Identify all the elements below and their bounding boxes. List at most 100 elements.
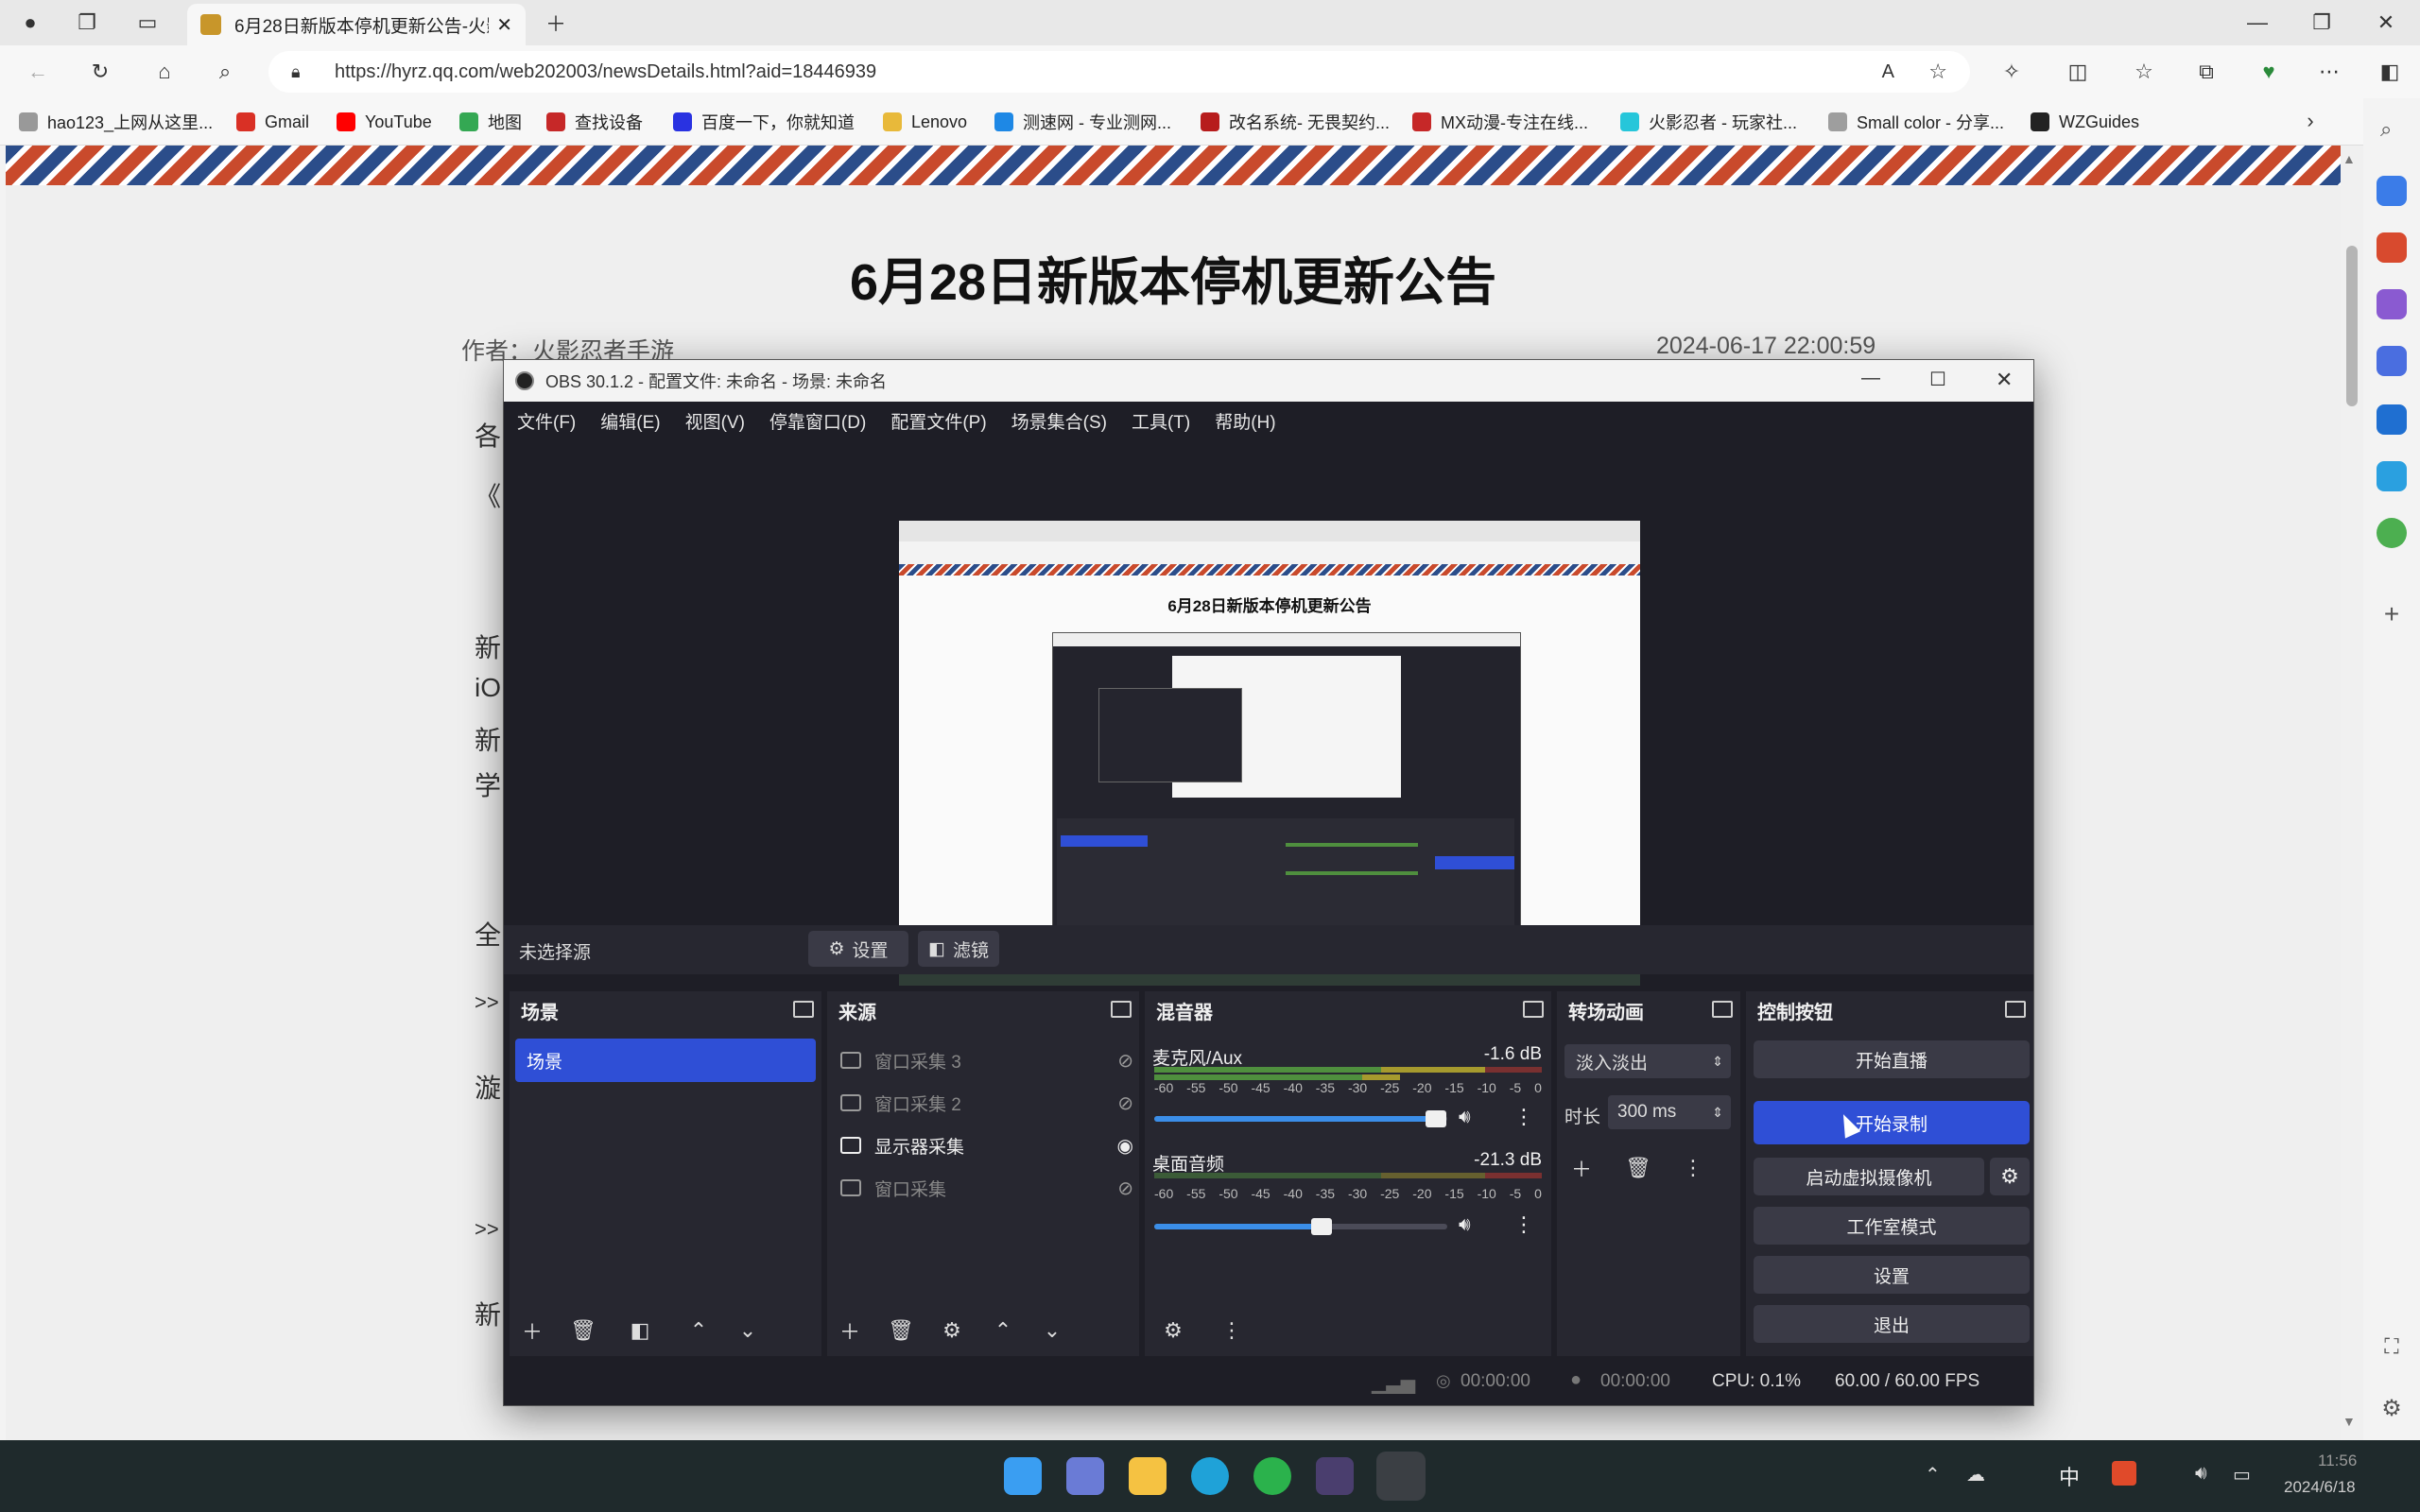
sidebar-search-icon[interactable]: ⌕ (2377, 117, 2407, 147)
favorite-link[interactable]: 查找设备 (546, 106, 643, 138)
source-move-down-icon[interactable]: ⌄ (1035, 1314, 1069, 1347)
favorite-link[interactable]: 火影忍者 - 玩家社... (1620, 106, 1797, 138)
sidebar-drop-icon[interactable] (2377, 461, 2407, 491)
browser-tab-active[interactable]: 6月28日新版本停机更新公告-火影 ✕ (187, 4, 526, 45)
source-item[interactable]: 窗口采集 2⊘🔒︎ (840, 1087, 1166, 1119)
clock-date[interactable]: 2024/6/18 (2284, 1478, 2356, 1497)
source-filters-button[interactable]: ◧ 滤镜 (918, 931, 999, 967)
favorite-link[interactable]: 百度一下，你就知道 (673, 106, 855, 138)
favorite-link[interactable]: 测速网 - 专业测网... (994, 106, 1171, 138)
obs-preview-canvas[interactable]: 6月28日新版本停机更新公告 (899, 521, 1640, 986)
sogou-icon[interactable] (2112, 1461, 2136, 1486)
remove-scene-icon[interactable]: 🗑︎ (566, 1314, 600, 1347)
address-bar[interactable]: 🔒︎ https://hyrz.qq.com/web202003/newsDet… (268, 51, 1970, 93)
obs-maximize-icon[interactable]: ☐ (1929, 368, 1946, 391)
speaker-icon[interactable]: 🔊︎ (1459, 1214, 1471, 1236)
source-properties-gear-icon[interactable]: ⚙ (935, 1314, 969, 1347)
obs-menu-item[interactable]: 配置文件(P) (890, 408, 986, 434)
dock-float-icon[interactable] (1111, 1001, 1132, 1018)
sidebar-outlook-icon[interactable] (2377, 404, 2407, 435)
scene-filters-icon[interactable]: ◧ (623, 1314, 657, 1347)
window-close-icon[interactable]: ✕ (2371, 8, 2401, 38)
scene-move-down-icon[interactable]: ⌄ (731, 1314, 765, 1347)
search-icon[interactable]: ⌕ (210, 57, 240, 87)
remove-source-icon[interactable]: 🗑︎ (884, 1314, 918, 1347)
obs-menu-item[interactable]: 场景集合(S) (1011, 408, 1107, 434)
obs-minimize-icon[interactable]: — (1861, 368, 1880, 389)
workspaces-icon[interactable]: ❐ (72, 8, 102, 38)
source-item[interactable]: 显示器采集◉🔒︎ (840, 1129, 1166, 1161)
spin-updown-icon[interactable]: ⇕ (1712, 1105, 1723, 1121)
exit-button[interactable]: 退出 (1754, 1305, 2030, 1343)
source-item[interactable]: 窗口采集⊘🔒︎ (840, 1172, 1166, 1204)
browser-essentials-icon[interactable]: ♥ (2254, 57, 2284, 87)
visibility-hidden-icon[interactable]: ⊘ (1117, 1177, 1133, 1200)
tray-chevron-icon[interactable]: ⌃ (1925, 1463, 1941, 1486)
clock-time[interactable]: 11:56 (2318, 1452, 2357, 1470)
visibility-hidden-icon[interactable]: ⊘ (1117, 1049, 1133, 1073)
volume-slider[interactable] (1154, 1218, 1447, 1235)
obs-menu-item[interactable]: 帮助(H) (1215, 408, 1275, 434)
add-scene-icon[interactable]: ＋ (515, 1314, 549, 1347)
split-screen-icon[interactable]: ◫ (2063, 57, 2093, 87)
obs-menu-item[interactable]: 编辑(E) (600, 408, 660, 434)
profile-icon[interactable]: ● (15, 8, 45, 38)
edge-browser-icon[interactable] (1191, 1457, 1229, 1495)
ime-indicator[interactable]: 中 (2059, 1461, 2080, 1491)
source-move-up-icon[interactable]: ⌃ (986, 1314, 1020, 1347)
onedrive-icon[interactable]: ☁ (1966, 1463, 1985, 1486)
scroll-up-icon[interactable]: ▲ (2342, 151, 2356, 166)
obs-close-icon[interactable]: ✕ (1996, 368, 2013, 392)
tab-actions-icon[interactable]: ▭ (132, 8, 163, 38)
duration-spinbox[interactable]: 300 ms ⇕ (1608, 1095, 1731, 1129)
collections-icon[interactable]: ⧉ (2191, 57, 2221, 87)
minimize-icon[interactable]: — (2242, 8, 2273, 38)
favorite-link[interactable]: MX动漫-专注在线... (1412, 106, 1588, 138)
sidebar-add-icon[interactable]: + (2377, 599, 2407, 629)
scroll-down-icon[interactable]: ▼ (2342, 1414, 2356, 1429)
dock-float-icon[interactable] (1523, 1001, 1544, 1018)
obs-menu-item[interactable]: 工具(T) (1132, 408, 1190, 434)
favorite-star-icon[interactable]: ☆ (1928, 60, 1947, 84)
start-virtual-camera-button[interactable]: 启动虚拟摄像机 (1754, 1158, 1984, 1195)
extensions-icon[interactable]: ✧ (1996, 57, 2027, 87)
mixer-menu-icon[interactable]: ⋮ (1215, 1314, 1249, 1347)
file-explorer-icon[interactable] (1129, 1457, 1167, 1495)
restore-icon[interactable]: ❐ (2307, 8, 2337, 38)
favorite-link[interactable]: WZGuides (2031, 106, 2139, 138)
favorites-icon[interactable]: ☆ (2129, 57, 2159, 87)
dock-float-icon[interactable] (1712, 1001, 1733, 1018)
favorite-link[interactable]: Small color - 分享... (1828, 106, 2004, 138)
channel-menu-icon[interactable]: ⋮ (1513, 1105, 1534, 1129)
source-item[interactable]: 窗口采集 3⊘🔒︎ (840, 1044, 1166, 1076)
obs-menu-item[interactable]: 视图(V) (685, 408, 745, 434)
virtual-camera-settings-gear-icon[interactable]: ⚙ (1990, 1158, 2030, 1195)
refresh-icon[interactable]: ↻ (85, 57, 115, 87)
start-recording-button[interactable]: 开始录制 (1754, 1101, 2030, 1144)
source-settings-button[interactable]: ⚙ 设置 (808, 931, 908, 967)
wechat-icon[interactable] (1253, 1457, 1291, 1495)
favorite-link[interactable]: 地图 (459, 106, 522, 138)
transition-menu-icon[interactable]: ⋮ (1676, 1152, 1710, 1184)
sidebar-tools-icon[interactable] (2377, 232, 2407, 263)
favorite-link[interactable]: Gmail (236, 106, 309, 138)
home-icon[interactable]: ⌂ (149, 57, 180, 87)
favorite-link[interactable]: 改名系统- 无畏契约... (1201, 106, 1390, 138)
start-menu-icon[interactable] (1004, 1457, 1042, 1495)
scene-move-up-icon[interactable]: ⌃ (682, 1314, 716, 1347)
channel-menu-icon[interactable]: ⋮ (1513, 1212, 1534, 1237)
studio-mode-button[interactable]: 工作室模式 (1754, 1207, 2030, 1245)
obs-menu-item[interactable]: 文件(F) (517, 408, 576, 434)
volume-slider[interactable] (1154, 1110, 1447, 1127)
remove-transition-icon[interactable]: 🗑︎ (1621, 1152, 1655, 1184)
advanced-audio-gear-icon[interactable]: ⚙ (1156, 1314, 1190, 1347)
battery-icon[interactable]: ▭ (2233, 1463, 2251, 1486)
sidebar-screenshot-icon[interactable]: ⛶ (2377, 1334, 2407, 1365)
game-icon[interactable] (1316, 1457, 1354, 1495)
dock-float-icon[interactable] (793, 1001, 814, 1018)
obs-menu-item[interactable]: 停靠窗口(D) (769, 408, 866, 434)
sidebar-games-icon[interactable] (2377, 289, 2407, 319)
start-streaming-button[interactable]: 开始直播 (1754, 1040, 2030, 1078)
add-source-icon[interactable]: ＋ (833, 1314, 867, 1347)
obs-taskbar-icon[interactable] (1376, 1452, 1426, 1501)
